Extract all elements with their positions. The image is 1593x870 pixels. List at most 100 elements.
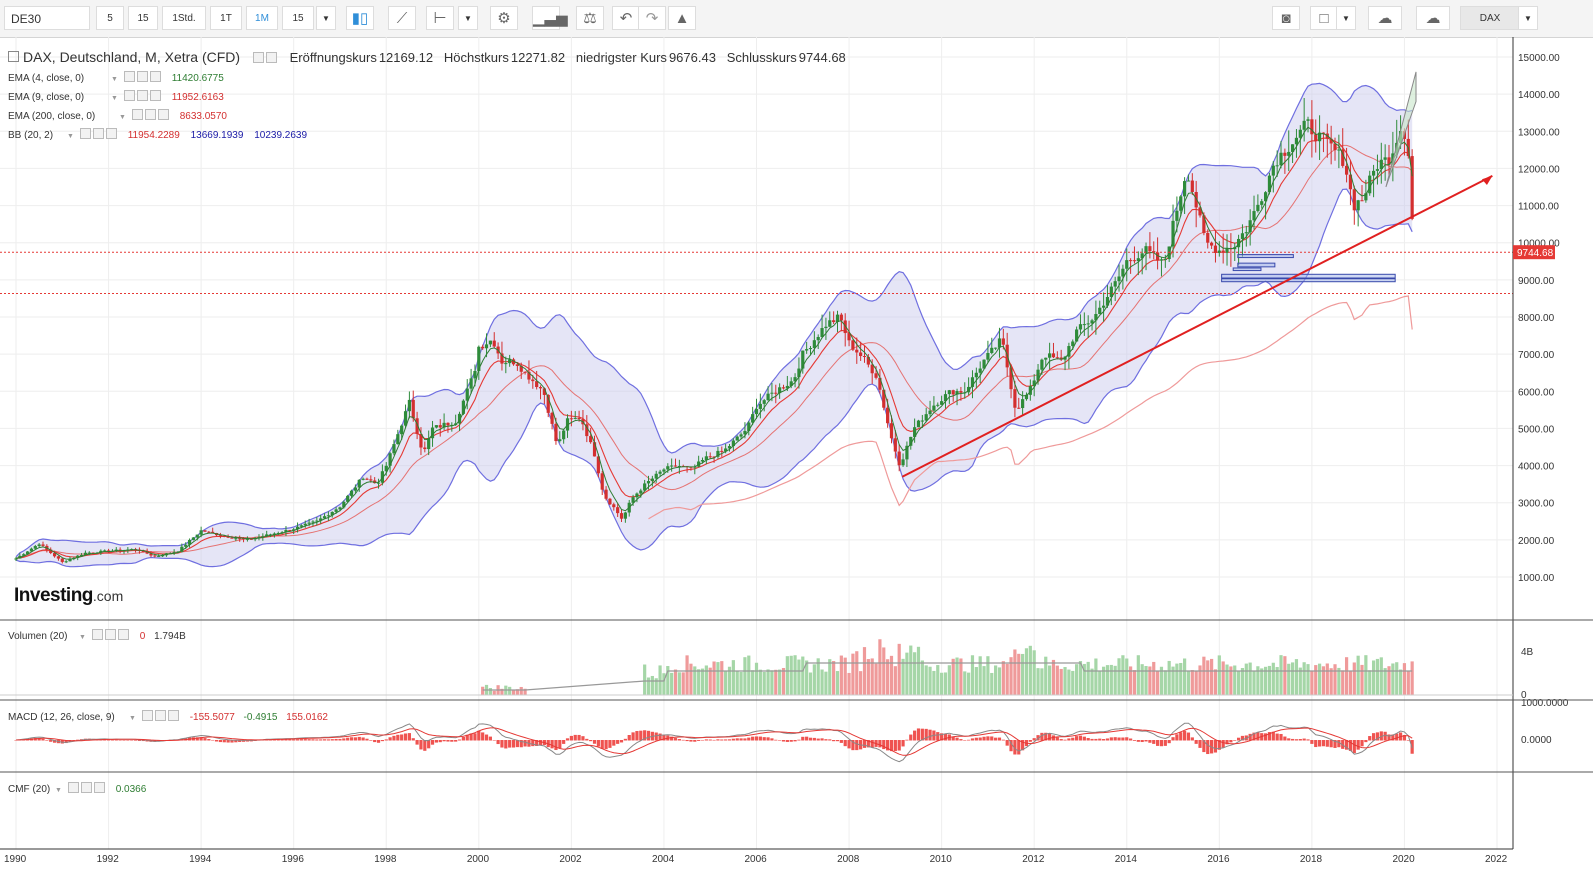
dropdown-icon[interactable]: ▼ [79, 634, 86, 641]
indicator-value: 8633.0570 [179, 111, 227, 122]
indicator-dropdown[interactable]: ▼ [458, 6, 478, 30]
visibility-icon[interactable] [67, 782, 79, 793]
time-tick-label: 1990 [4, 854, 27, 865]
volume-bar [720, 661, 724, 695]
candlestick-icon[interactable]: ▮▯ [346, 6, 374, 30]
macd-histogram-bar [126, 740, 130, 741]
candle-body [1102, 305, 1106, 308]
volume-bar [808, 672, 813, 695]
settings-small-icon[interactable] [92, 128, 104, 139]
color-dropdown[interactable]: ▼ [1336, 6, 1356, 30]
collapse-icon[interactable] [8, 51, 19, 62]
settings-small-icon[interactable] [104, 629, 116, 640]
macd-histogram-bar [1071, 737, 1075, 741]
symbol-input[interactable]: DE30 [4, 6, 90, 30]
dropdown-icon[interactable]: ▼ [119, 114, 126, 121]
candle-body [1078, 324, 1083, 330]
visibility-icon[interactable] [252, 52, 264, 63]
volume-bar [1075, 664, 1079, 695]
dropdown-icon[interactable]: ▼ [129, 715, 136, 722]
macd-histogram-bar [608, 740, 612, 748]
macd-histogram-bar [1098, 738, 1102, 741]
candle-body [828, 320, 832, 327]
interval-1d[interactable]: 1T [210, 6, 242, 30]
dropdown-icon[interactable]: ▼ [111, 76, 118, 83]
macd-histogram-bar [712, 739, 716, 741]
interval-5[interactable]: 5 [96, 6, 124, 30]
dropdown-icon[interactable]: ▼ [111, 95, 118, 102]
volume-bar [1314, 665, 1318, 695]
study-icon[interactable]: ▁▃▅ [532, 6, 568, 30]
remove-icon[interactable] [93, 782, 105, 793]
macd-histogram-bar [1383, 731, 1387, 741]
indicator-legend-ema9[interactable]: EMA (9, close, 0) ▼ 11952.6163 [8, 90, 224, 103]
watermark-suffix: .com [92, 588, 124, 604]
settings-icon[interactable]: ⚙ [490, 6, 518, 30]
color-box-icon[interactable]: □ [1310, 6, 1338, 30]
compare-icon[interactable]: ⚖ [576, 6, 604, 30]
remove-icon[interactable] [157, 109, 169, 120]
settings-small-icon[interactable] [265, 52, 277, 63]
redo-icon[interactable]: ↷ [638, 6, 666, 30]
interval-1m[interactable]: 1M [246, 6, 278, 30]
macd-histogram-bar [554, 740, 558, 751]
macd-histogram-bar [214, 740, 219, 742]
volume-bar [1086, 661, 1090, 695]
volume-bar [913, 652, 917, 695]
price-chart[interactable]: 1000.00 2000.00 3000.00 4000.00 5000.00 6000.… [0, 37, 1593, 870]
remove-icon[interactable] [117, 629, 129, 640]
macd-histogram-bar [1094, 738, 1098, 741]
candle-body [1356, 200, 1360, 211]
support-zone [1232, 267, 1262, 272]
visibility-icon[interactable] [123, 71, 135, 82]
interval-1h[interactable]: 1Std. [162, 6, 206, 30]
camera-icon[interactable]: ◙ [1272, 6, 1300, 30]
volume-bar [793, 655, 797, 695]
volume-legend[interactable]: Volumen (20) ▼ 0 1.794B [8, 629, 186, 642]
cmf-legend[interactable]: CMF (20) ▼ 0.0366 [8, 782, 146, 795]
visibility-icon[interactable] [141, 710, 153, 721]
macd-histogram-bar [1186, 732, 1191, 741]
visibility-icon[interactable] [123, 90, 135, 101]
volume-bar [1283, 656, 1287, 695]
indicator-legend-ema4[interactable]: EMA (4, close, 0) ▼ 11420.6775 [8, 71, 224, 84]
settings-small-icon[interactable] [144, 109, 156, 120]
macd-value-0: -155.5077 [189, 712, 235, 723]
visibility-icon[interactable] [131, 109, 143, 120]
exchange-symbol[interactable]: DAX [1460, 6, 1520, 30]
line-chart-icon[interactable]: ⟋ [388, 6, 416, 30]
alert-icon[interactable]: ▲ [668, 6, 696, 30]
remove-icon[interactable] [149, 71, 161, 82]
indicator-legend-ema200[interactable]: EMA (200, close, 0) ▼ 8633.0570 [8, 109, 227, 122]
dropdown-icon[interactable]: ▼ [67, 133, 74, 140]
settings-small-icon[interactable] [154, 710, 166, 721]
dropdown-icon[interactable]: ▼ [55, 787, 62, 794]
macd-histogram-bar [824, 739, 828, 741]
watermark-brand: Investing [14, 585, 93, 606]
macd-legend[interactable]: MACD (12, 26, close, 9) ▼ -155.5077 -0.49… [8, 710, 328, 723]
interval-dropdown[interactable]: ▼ [316, 6, 336, 30]
macd-histogram-bar [855, 740, 859, 751]
remove-icon[interactable] [167, 710, 179, 721]
settings-small-icon[interactable] [80, 782, 92, 793]
visibility-icon[interactable] [79, 128, 91, 139]
interval-custom[interactable]: 15 [282, 6, 314, 30]
indicator-legend-bb[interactable]: BB (20, 2) ▼ 11954.2289 13669.1939 10239.… [8, 128, 307, 141]
visibility-icon[interactable] [91, 629, 103, 640]
exchange-dropdown[interactable]: ▼ [1518, 6, 1538, 30]
undo-icon[interactable]: ↶ [612, 6, 640, 30]
interval-15[interactable]: 15 [128, 6, 158, 30]
cloud-upload-icon[interactable]: ☁ [1416, 6, 1450, 30]
volume-bar [708, 667, 712, 695]
remove-icon[interactable] [149, 90, 161, 101]
remove-icon[interactable] [105, 128, 117, 139]
macd-histogram-bar [473, 733, 477, 741]
macd-histogram-bar [1279, 733, 1283, 741]
macd-histogram-bar [974, 737, 978, 741]
indicator-icon[interactable]: ⊢ [426, 6, 454, 30]
macd-histogram-bar [118, 739, 122, 741]
settings-small-icon[interactable] [136, 71, 148, 82]
cloud-download-icon[interactable]: ☁ [1368, 6, 1402, 30]
volume-bar [1375, 658, 1380, 695]
settings-small-icon[interactable] [136, 90, 148, 101]
